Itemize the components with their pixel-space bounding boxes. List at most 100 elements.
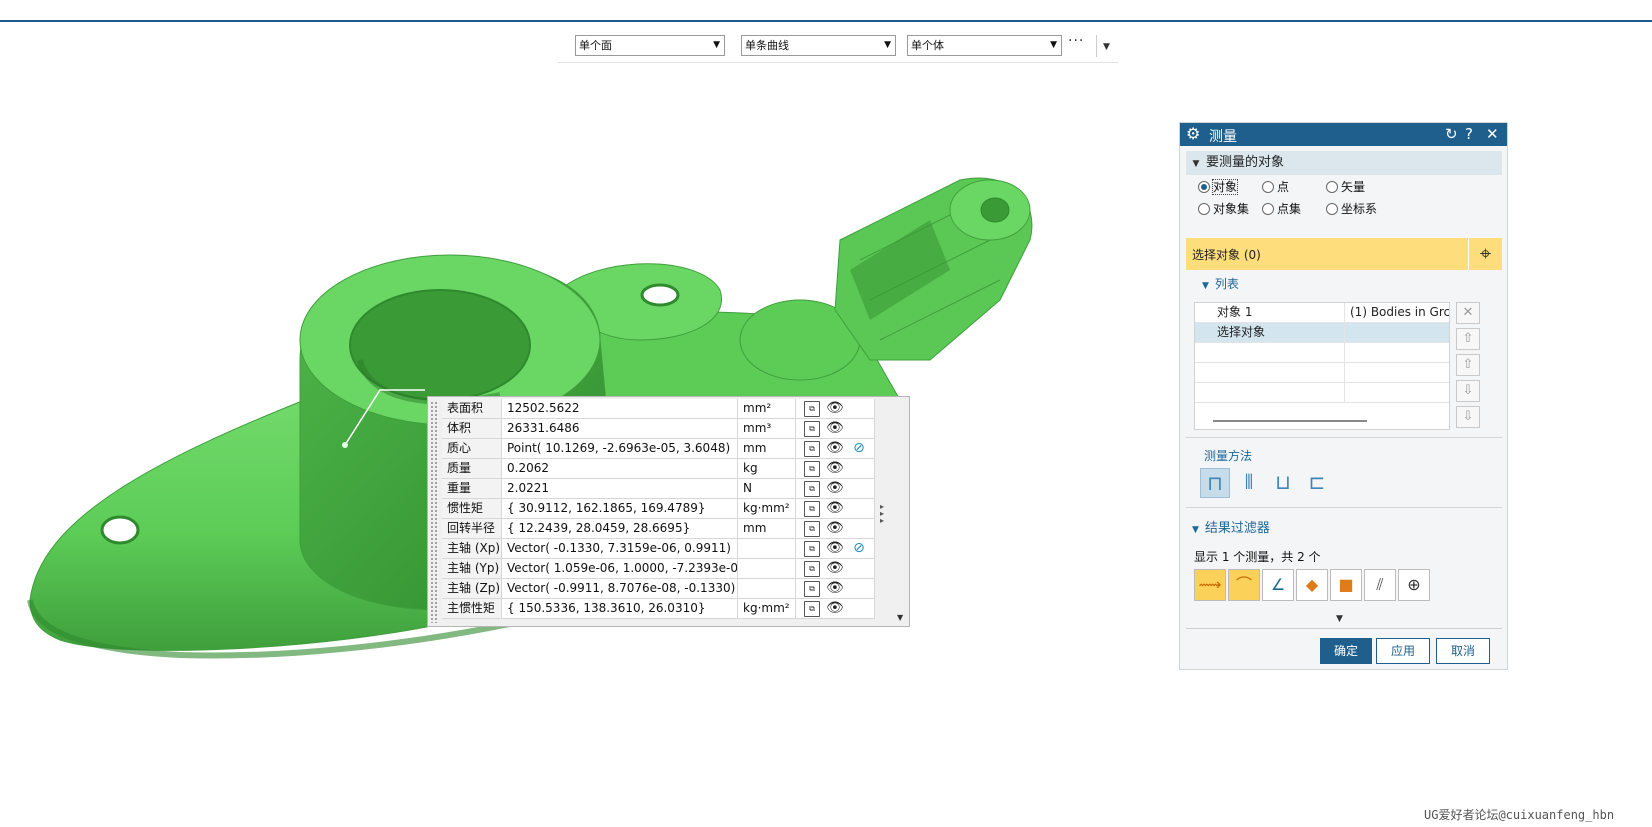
create-feature-icon[interactable]: ⊘ bbox=[851, 541, 867, 557]
result-value[interactable]: Vector( -0.1330, 7.3159e-06, 0.9911) bbox=[502, 539, 738, 559]
copy-icon[interactable]: ⧉ bbox=[804, 501, 820, 517]
radio-button[interactable] bbox=[1198, 203, 1210, 215]
show-hide-icon[interactable]: 👁 bbox=[826, 601, 844, 617]
copy-icon[interactable]: ⧉ bbox=[804, 581, 820, 597]
result-row: 回转半径{ 12.2439, 28.0459, 28.6695} mm ⧉ 👁 bbox=[442, 519, 875, 539]
radio-button[interactable] bbox=[1262, 181, 1274, 193]
copy-icon[interactable]: ⧉ bbox=[804, 521, 820, 537]
body-filter-select[interactable]: 单个体 ▼ bbox=[907, 35, 1062, 56]
face-filter-value: 单个面 bbox=[579, 39, 612, 52]
drag-handle[interactable] bbox=[430, 401, 438, 623]
filter-curve-length-icon[interactable]: ⌒ bbox=[1228, 569, 1260, 601]
filter-radius-icon[interactable]: ⫽ bbox=[1364, 569, 1396, 601]
result-actions: ⧉ 👁 bbox=[796, 479, 875, 499]
radio-option[interactable]: 点 bbox=[1262, 179, 1289, 195]
show-hide-icon[interactable]: 👁 bbox=[826, 421, 844, 437]
show-more-icon[interactable]: ▼ bbox=[1336, 614, 1343, 624]
method-parallel-icon[interactable]: ⫴ bbox=[1234, 468, 1264, 498]
measure-method-label: 测量方法 bbox=[1204, 449, 1253, 463]
method-projected-icon[interactable]: ⊔ bbox=[1268, 468, 1298, 498]
create-feature-icon[interactable]: ⊘ bbox=[851, 441, 867, 457]
divider bbox=[1186, 437, 1502, 438]
copy-icon[interactable]: ⧉ bbox=[804, 421, 820, 437]
curve-filter-select[interactable]: 单条曲线 ▼ bbox=[741, 35, 896, 56]
copy-icon[interactable]: ⧉ bbox=[804, 481, 820, 497]
result-value[interactable]: 0.2062 bbox=[502, 459, 738, 479]
remove-icon[interactable]: ✕ bbox=[1456, 302, 1480, 324]
result-value[interactable]: { 30.9112, 162.1865, 169.4789} bbox=[502, 499, 738, 519]
result-value[interactable]: { 150.5336, 138.3610, 26.0310} bbox=[502, 599, 738, 619]
result-value[interactable]: Vector( -0.9911, 8.7076e-08, -0.1330) bbox=[502, 579, 738, 599]
result-value[interactable]: Point( 10.1269, -2.6963e-05, 3.6048) bbox=[502, 439, 738, 459]
list-label: 列表 bbox=[1214, 277, 1239, 291]
result-row: 主轴 (Yp) Vector( 1.059e-06, 1.0000, -7.239… bbox=[442, 559, 875, 579]
more-options-button[interactable]: ··· bbox=[1068, 33, 1084, 49]
show-hide-icon[interactable]: 👁 bbox=[826, 581, 844, 597]
show-hide-icon[interactable]: 👁 bbox=[826, 561, 844, 577]
help-icon[interactable]: ? bbox=[1465, 125, 1473, 143]
result-value[interactable]: 26331.6486 bbox=[502, 419, 738, 439]
result-value[interactable]: { 12.2439, 28.0459, 28.6695} bbox=[502, 519, 738, 539]
toolbar-expand-icon[interactable]: ▼ bbox=[1103, 42, 1110, 52]
close-icon[interactable]: ✕ bbox=[1486, 125, 1499, 143]
show-hide-icon[interactable]: 👁 bbox=[826, 501, 844, 517]
show-hide-icon[interactable]: 👁 bbox=[826, 481, 844, 497]
list-section-header[interactable]: ▼ 列表 bbox=[1202, 275, 1239, 292]
filter-angle-icon[interactable]: ∠ bbox=[1262, 569, 1294, 601]
radio-button[interactable] bbox=[1198, 181, 1210, 193]
move-top-icon[interactable]: ⇧ bbox=[1456, 328, 1480, 350]
show-hide-icon[interactable]: 👁 bbox=[826, 541, 844, 557]
scroll-down-icon[interactable]: ▼ bbox=[897, 613, 903, 622]
show-hide-icon[interactable]: 👁 bbox=[826, 401, 844, 417]
result-value[interactable]: Vector( 1.059e-06, 1.0000, -7.2393e-06) bbox=[502, 559, 738, 579]
radio-option[interactable]: 对象 bbox=[1198, 179, 1239, 195]
ok-button[interactable]: 确定 bbox=[1320, 638, 1372, 664]
filter-volume-icon[interactable]: ■ bbox=[1330, 569, 1362, 601]
face-filter-select[interactable]: 单个面 ▼ bbox=[575, 35, 725, 56]
result-row: 表面积 12502.5622 mm² ⧉ 👁 bbox=[442, 399, 875, 419]
move-bottom-icon[interactable]: ⇩ bbox=[1456, 406, 1480, 428]
list-item-detail: (1) Bodies in Grc bbox=[1350, 305, 1449, 319]
radio-option[interactable]: 坐标系 bbox=[1326, 201, 1377, 217]
copy-icon[interactable]: ⧉ bbox=[804, 561, 820, 577]
radio-button[interactable] bbox=[1326, 203, 1338, 215]
objects-section-header[interactable]: ▼ 要测量的对象 bbox=[1186, 151, 1502, 175]
filter-add-icon[interactable]: ⊕ bbox=[1398, 569, 1430, 601]
list-item[interactable]: 选择对象 bbox=[1195, 323, 1449, 343]
list-scrollbar[interactable] bbox=[1213, 420, 1367, 422]
copy-icon[interactable]: ⧉ bbox=[804, 601, 820, 617]
radio-option[interactable]: 矢量 bbox=[1326, 179, 1365, 195]
copy-icon[interactable]: ⧉ bbox=[804, 441, 820, 457]
cancel-button[interactable]: 取消 bbox=[1436, 638, 1490, 664]
list-item[interactable]: 对象 1 (1) Bodies in Grc bbox=[1195, 303, 1449, 323]
select-objects-bar[interactable]: 选择对象 (0) ⌖ bbox=[1186, 238, 1502, 270]
filter-distance-icon[interactable]: ⟿ bbox=[1194, 569, 1226, 601]
show-hide-icon[interactable]: 👁 bbox=[826, 461, 844, 477]
move-down-icon[interactable]: ⇩ bbox=[1456, 380, 1480, 402]
show-hide-icon[interactable]: 👁 bbox=[826, 521, 844, 537]
result-row: 体积 26331.6486 mm³ ⧉ 👁 bbox=[442, 419, 875, 439]
divider bbox=[1186, 628, 1502, 629]
crosshair-icon[interactable]: ⌖ bbox=[1468, 238, 1502, 270]
move-up-icon[interactable]: ⇧ bbox=[1456, 354, 1480, 376]
radio-option[interactable]: 点集 bbox=[1262, 201, 1301, 217]
result-value[interactable]: 12502.5622 bbox=[502, 399, 738, 419]
copy-icon[interactable]: ⧉ bbox=[804, 401, 820, 417]
method-table-icon[interactable]: ⊏ bbox=[1302, 468, 1332, 498]
method-distance-icon[interactable]: ⊓ bbox=[1200, 468, 1230, 498]
copy-icon[interactable]: ⧉ bbox=[804, 461, 820, 477]
radio-button[interactable] bbox=[1262, 203, 1274, 215]
result-row: 质心 Point( 10.1269, -2.6963e-05, 3.6048) mm… bbox=[442, 439, 875, 459]
reset-icon[interactable]: ↻ bbox=[1445, 125, 1458, 143]
result-filter-header[interactable]: ▼ 结果过滤器 bbox=[1192, 517, 1270, 536]
radio-option[interactable]: 对象集 bbox=[1198, 201, 1249, 217]
radio-button[interactable] bbox=[1326, 181, 1338, 193]
filter-area-icon[interactable]: ◆ bbox=[1296, 569, 1328, 601]
copy-icon[interactable]: ⧉ bbox=[804, 541, 820, 557]
expand-arrows-icon[interactable]: ▸ ▸ ▸ bbox=[880, 503, 884, 525]
result-actions: ⧉ 👁 bbox=[796, 599, 875, 619]
apply-button[interactable]: 应用 bbox=[1376, 638, 1430, 664]
result-actions: ⧉ 👁 bbox=[796, 419, 875, 439]
show-hide-icon[interactable]: 👁 bbox=[826, 441, 844, 457]
result-value[interactable]: 2.0221 bbox=[502, 479, 738, 499]
